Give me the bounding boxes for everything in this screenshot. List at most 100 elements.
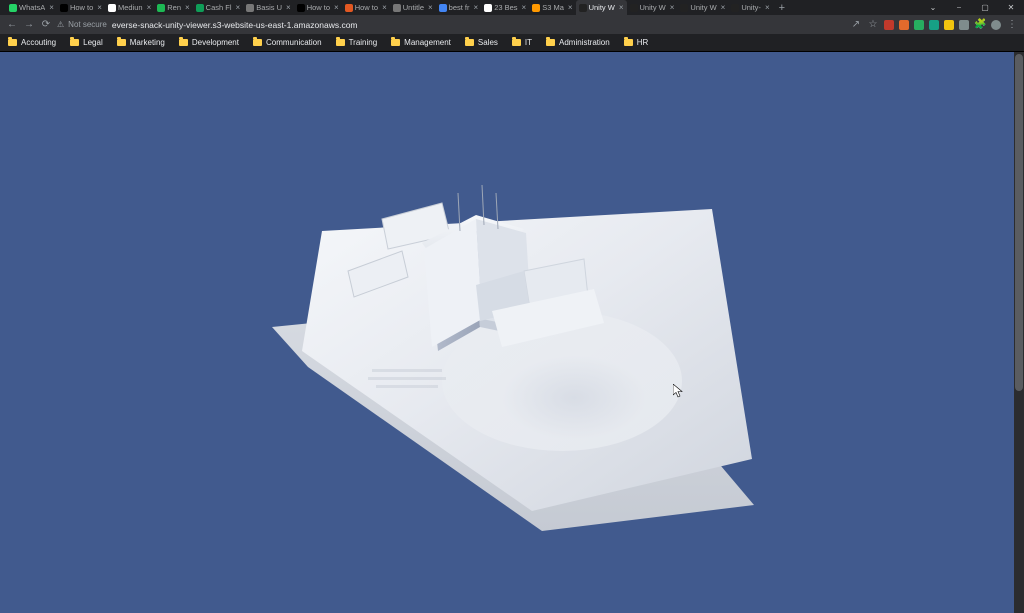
browser-tab[interactable]: Unity- ×: [728, 0, 772, 15]
browser-tab[interactable]: How to×: [294, 0, 342, 15]
tab-close-icon[interactable]: ×: [428, 3, 433, 12]
browser-tab[interactable]: How to ×: [57, 0, 105, 15]
tab-label: Unity W: [690, 3, 716, 12]
page-viewport[interactable]: [0, 52, 1024, 613]
browser-tab[interactable]: Unity W×: [627, 0, 678, 15]
bookmark-star-button[interactable]: ☆: [867, 19, 879, 30]
tab-favicon-icon: [579, 4, 587, 12]
address-bar: ← → ⟳ ⚠ Not secure everse-snack-unity-vi…: [0, 15, 1024, 34]
vertical-scrollbar[interactable]: [1014, 52, 1024, 613]
tab-label: Unity W: [589, 3, 615, 12]
folder-icon: [8, 39, 17, 46]
bookmark-folder[interactable]: Communication: [253, 38, 322, 47]
browser-tab[interactable]: Unity W ×: [677, 0, 728, 15]
ext-yellow-icon[interactable]: [944, 20, 954, 30]
tab-favicon-icon: [157, 4, 165, 12]
tab-close-icon[interactable]: ×: [568, 3, 573, 12]
omnibox[interactable]: everse-snack-unity-viewer.s3-website-us-…: [112, 20, 845, 30]
browser-tab[interactable]: Ren×: [154, 0, 192, 15]
folder-icon: [512, 39, 521, 46]
tab-label: How to: [70, 3, 93, 12]
bookmark-label: Accouting: [21, 38, 56, 47]
browser-tab[interactable]: S3 Ma ×: [529, 0, 575, 15]
tab-close-icon[interactable]: ×: [49, 3, 54, 12]
bookmark-label: Training: [349, 38, 378, 47]
tab-label: Mediun: [118, 3, 143, 12]
browser-tab[interactable]: best fr ×: [436, 0, 482, 15]
tab-favicon-icon: [60, 4, 68, 12]
window-minimize-button[interactable]: ⎯: [946, 0, 972, 15]
extensions-puzzle-icon[interactable]: 🧩: [974, 19, 986, 30]
bookmark-folder[interactable]: Development: [179, 38, 239, 47]
ext-green-icon[interactable]: [914, 20, 924, 30]
tab-favicon-icon: [108, 4, 116, 12]
tab-favicon-icon: [484, 4, 492, 12]
more-menu-button[interactable]: ⋮: [1006, 19, 1018, 30]
bookmark-folder[interactable]: Marketing: [117, 38, 165, 47]
tab-close-icon[interactable]: ×: [765, 3, 770, 12]
folder-icon: [624, 39, 633, 46]
bookmark-label: Sales: [478, 38, 498, 47]
bookmark-folder[interactable]: IT: [512, 38, 532, 47]
bookmark-bar: Accouting Legal Marketing Development Commun…: [0, 34, 1024, 52]
browser-tab[interactable]: Cash Fl ×: [193, 0, 244, 15]
window-maximize-button[interactable]: ▢: [972, 0, 998, 15]
bookmark-folder[interactable]: Management: [391, 38, 451, 47]
tab-close-icon[interactable]: ×: [334, 3, 339, 12]
browser-tab[interactable]: Basis U×: [243, 0, 294, 15]
tab-favicon-icon: [731, 4, 739, 12]
bookmark-folder[interactable]: HR: [624, 38, 649, 47]
window-close-button[interactable]: ✕: [998, 0, 1024, 15]
browser-tab[interactable]: Untitle×: [390, 0, 436, 15]
new-tab-button[interactable]: +: [773, 2, 791, 14]
tab-favicon-icon: [196, 4, 204, 12]
tab-favicon-icon: [630, 4, 638, 12]
folder-icon: [546, 39, 555, 46]
tab-label: WhatsA: [19, 3, 45, 12]
folder-icon: [336, 39, 345, 46]
tab-label: Cash Fl: [206, 3, 232, 12]
nav-back-button[interactable]: ←: [6, 19, 18, 30]
browser-tab[interactable]: WhatsA ×: [6, 0, 57, 15]
bookmark-folder[interactable]: Training: [336, 38, 378, 47]
browser-tab[interactable]: How to×: [342, 0, 390, 15]
bookmark-label: Marketing: [130, 38, 165, 47]
tab-label: Unity-: [741, 3, 761, 12]
tab-close-icon[interactable]: ×: [619, 3, 624, 12]
ext-orange-icon[interactable]: [899, 20, 909, 30]
ext-gray-icon[interactable]: [959, 20, 969, 30]
tab-close-icon[interactable]: ×: [382, 3, 387, 12]
tab-close-icon[interactable]: ×: [522, 3, 527, 12]
nav-forward-button[interactable]: →: [23, 19, 35, 30]
ext-red-icon[interactable]: [884, 20, 894, 30]
tab-close-icon[interactable]: ×: [97, 3, 102, 12]
warning-icon: ⚠: [57, 20, 64, 29]
tab-label: S3 Ma: [542, 3, 564, 12]
tab-close-icon[interactable]: ×: [721, 3, 726, 12]
browser-tab[interactable]: Mediun ×: [105, 0, 154, 15]
bookmark-folder[interactable]: Legal: [70, 38, 103, 47]
tab-close-icon[interactable]: ×: [185, 3, 190, 12]
tab-close-icon[interactable]: ×: [147, 3, 152, 12]
bookmark-label: HR: [637, 38, 649, 47]
unity-canvas-3d-scene[interactable]: [232, 101, 792, 541]
nav-reload-button[interactable]: ⟳: [40, 19, 52, 30]
security-indicator[interactable]: ⚠ Not secure: [57, 20, 107, 29]
chevron-down-icon[interactable]: ⌄: [920, 0, 946, 15]
browser-tab[interactable]: Unity W ×: [576, 0, 627, 15]
bookmark-folder[interactable]: Sales: [465, 38, 498, 47]
tab-close-icon[interactable]: ×: [236, 3, 241, 12]
bookmark-folder[interactable]: Administration: [546, 38, 610, 47]
ext-green2-icon[interactable]: [929, 20, 939, 30]
browser-tab[interactable]: 23 Bes×: [481, 0, 529, 15]
scrollbar-thumb[interactable]: [1015, 54, 1023, 391]
tab-close-icon[interactable]: ×: [474, 3, 479, 12]
folder-icon: [179, 39, 188, 46]
tab-label: best fr: [449, 3, 470, 12]
bookmark-label: Management: [404, 38, 451, 47]
tab-close-icon[interactable]: ×: [670, 3, 675, 12]
share-button[interactable]: ↗: [850, 19, 862, 30]
bookmark-folder[interactable]: Accouting: [8, 38, 56, 47]
profile-avatar[interactable]: [991, 20, 1001, 30]
tab-close-icon[interactable]: ×: [286, 3, 291, 12]
